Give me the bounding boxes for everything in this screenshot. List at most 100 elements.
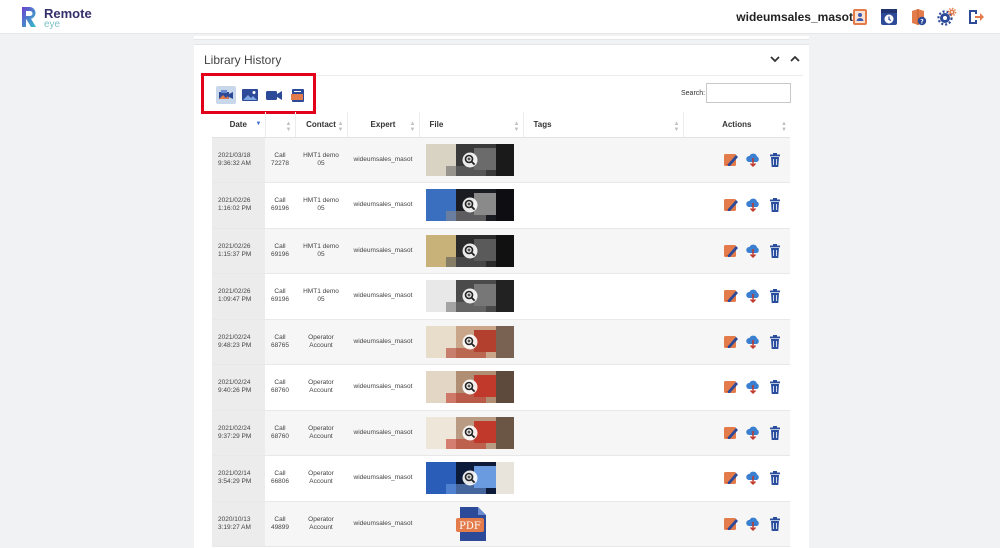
table-row[interactable]: 2020/10/13 3:19:27 AM Call 49899 Operato… bbox=[212, 501, 790, 547]
logout-icon[interactable] bbox=[966, 7, 986, 27]
call-id: 69196 bbox=[270, 296, 290, 304]
zoom-icon[interactable] bbox=[462, 243, 478, 259]
time-text: 9:48:23 PM bbox=[218, 341, 252, 349]
delete-icon[interactable] bbox=[767, 197, 783, 213]
pdf-file-icon[interactable]: PDF bbox=[454, 506, 488, 542]
column-header-call[interactable]: ▲ ▼ bbox=[264, 112, 295, 138]
table-row[interactable]: 2021/02/24 9:40:26 PM Call 68760 Operato… bbox=[212, 364, 790, 411]
column-header-actions[interactable]: Actions ▲ ▼ bbox=[682, 112, 790, 138]
expert-name: wideumsales_masot bbox=[353, 383, 413, 391]
column-header-label: Tags bbox=[533, 119, 552, 129]
video-icon[interactable] bbox=[264, 86, 284, 104]
sort-icon: ▲ ▼ bbox=[285, 121, 292, 133]
sort-icon: ▲ ▼ bbox=[337, 121, 344, 133]
contact-cell: HMT1 demo 05 bbox=[295, 228, 347, 274]
download-icon[interactable] bbox=[745, 470, 761, 486]
column-header-contact[interactable]: Contact ▲ ▼ bbox=[294, 112, 347, 138]
sort-icon: ▲ ▼ bbox=[673, 121, 680, 133]
download-icon[interactable] bbox=[745, 197, 761, 213]
delete-icon[interactable] bbox=[767, 470, 783, 486]
file-type-filters bbox=[216, 86, 308, 104]
document-icon[interactable] bbox=[288, 86, 308, 104]
table-row[interactable]: 2021/03/18 9:36:32 AM Call 72278 HMT1 de… bbox=[212, 137, 790, 183]
file-thumbnail[interactable] bbox=[425, 234, 514, 267]
column-header-file[interactable]: File ▲ ▼ bbox=[418, 112, 523, 138]
download-icon[interactable] bbox=[745, 288, 761, 304]
column-header-expert[interactable]: Expert ▲ ▼ bbox=[346, 112, 419, 138]
time-text: 9:36:32 AM bbox=[218, 159, 251, 167]
zoom-icon[interactable] bbox=[462, 379, 478, 395]
help-icon[interactable]: ? bbox=[908, 7, 928, 27]
date-text: 2021/02/26 bbox=[218, 288, 251, 296]
call-cell: Call 72278 bbox=[265, 137, 295, 183]
contacts-icon[interactable] bbox=[850, 7, 870, 27]
table-row[interactable]: 2021/02/26 1:15:37 PM Call 69196 HMT1 de… bbox=[212, 228, 790, 274]
all-media-icon[interactable] bbox=[216, 86, 236, 104]
annotate-icon[interactable] bbox=[723, 288, 739, 304]
brand: Remote eye bbox=[44, 7, 92, 30]
image-icon[interactable] bbox=[240, 86, 260, 104]
delete-icon[interactable] bbox=[767, 152, 783, 168]
table-row[interactable]: 2021/02/26 1:09:47 PM Call 69196 HMT1 de… bbox=[212, 273, 790, 320]
column-header-tags[interactable]: Tags ▲ ▼ bbox=[522, 112, 683, 138]
zoom-icon[interactable] bbox=[462, 425, 478, 441]
annotate-icon[interactable] bbox=[723, 334, 739, 350]
table-row[interactable]: 2021/02/14 3:54:29 PM Call 66806 Operato… bbox=[212, 455, 790, 502]
delete-icon[interactable] bbox=[767, 243, 783, 259]
expert-name: wideumsales_masot bbox=[353, 519, 413, 527]
call-label: Call bbox=[274, 288, 286, 296]
download-icon[interactable] bbox=[745, 379, 761, 395]
delete-icon[interactable] bbox=[767, 379, 783, 395]
file-thumbnail[interactable] bbox=[425, 371, 514, 404]
download-icon[interactable] bbox=[745, 516, 761, 532]
annotate-icon[interactable] bbox=[723, 516, 739, 532]
zoom-icon[interactable] bbox=[462, 197, 478, 213]
delete-icon[interactable] bbox=[767, 425, 783, 441]
search-label: Search: bbox=[681, 90, 706, 97]
chevron-down-icon[interactable] bbox=[769, 54, 781, 64]
table-header-row: Date ▼ ▲ ▼ Contact ▲ ▼ Expert ▲ ▼ File ▲ ▼ Tags ▲… bbox=[212, 112, 790, 138]
download-icon[interactable] bbox=[745, 243, 761, 259]
actions-cell bbox=[683, 228, 790, 274]
file-thumbnail[interactable] bbox=[425, 325, 514, 358]
contact-line-1: Operator bbox=[308, 470, 334, 478]
column-header-date[interactable]: Date ▼ bbox=[212, 112, 265, 138]
zoom-icon[interactable] bbox=[462, 334, 478, 350]
column-header-label: Contact bbox=[306, 119, 336, 129]
delete-icon[interactable] bbox=[767, 516, 783, 532]
download-icon[interactable] bbox=[745, 152, 761, 168]
chevron-up-icon[interactable] bbox=[789, 54, 801, 64]
annotate-icon[interactable] bbox=[723, 379, 739, 395]
delete-icon[interactable] bbox=[767, 288, 783, 304]
date-cell: 2021/02/26 1:15:37 PM bbox=[212, 228, 265, 274]
download-icon[interactable] bbox=[745, 334, 761, 350]
table-row[interactable]: 2021/02/24 9:37:29 PM Call 68760 Operato… bbox=[212, 410, 790, 456]
annotate-icon[interactable] bbox=[723, 470, 739, 486]
contact-line-1: Operator bbox=[308, 333, 334, 341]
annotate-icon[interactable] bbox=[723, 425, 739, 441]
file-cell: PDF bbox=[419, 501, 523, 547]
annotate-icon[interactable] bbox=[723, 152, 739, 168]
settings-icon[interactable] bbox=[937, 7, 957, 27]
delete-icon[interactable] bbox=[767, 334, 783, 350]
date-cell: 2021/02/24 9:48:23 PM bbox=[212, 319, 265, 365]
file-thumbnail[interactable] bbox=[425, 143, 514, 176]
search-input[interactable] bbox=[706, 83, 791, 103]
expert-cell: wideumsales_masot bbox=[347, 273, 419, 320]
call-id: 66806 bbox=[270, 478, 290, 486]
remote-eye-logo-icon[interactable] bbox=[20, 6, 38, 28]
table-row[interactable]: 2021/02/24 9:48:23 PM Call 68765 Operato… bbox=[212, 319, 790, 365]
call-history-icon[interactable] bbox=[879, 7, 899, 27]
table-row[interactable]: 2021/02/26 1:16:02 PM Call 69196 HMT1 de… bbox=[212, 182, 790, 229]
download-icon[interactable] bbox=[745, 425, 761, 441]
zoom-icon[interactable] bbox=[462, 152, 478, 168]
file-thumbnail[interactable] bbox=[425, 462, 514, 495]
file-thumbnail[interactable] bbox=[425, 189, 514, 222]
annotate-icon[interactable] bbox=[723, 243, 739, 259]
row-actions bbox=[683, 379, 790, 395]
file-thumbnail[interactable] bbox=[425, 280, 514, 313]
annotate-icon[interactable] bbox=[723, 197, 739, 213]
file-thumbnail[interactable] bbox=[425, 416, 514, 449]
zoom-icon[interactable] bbox=[462, 470, 478, 486]
zoom-icon[interactable] bbox=[462, 288, 478, 304]
